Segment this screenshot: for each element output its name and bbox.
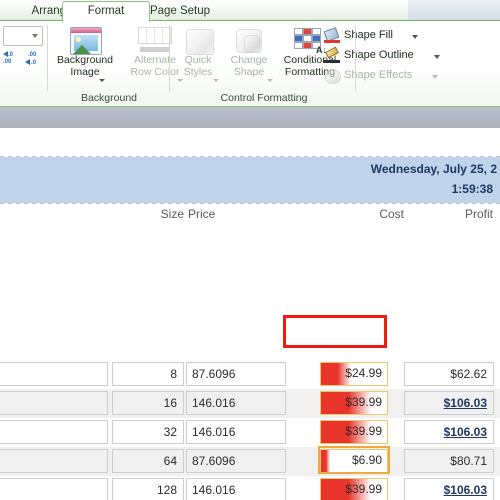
section-divider-header [0,203,500,204]
increase-decimal-icon: .0 .00 [3,51,14,65]
change-shape-button[interactable]: Change Shape [222,23,276,82]
report-time-label: 1:59:38 [451,182,493,196]
shape-fill-button[interactable]: Shape Fill [323,27,434,45]
quick-styles-icon [186,29,214,55]
cell-cost[interactable]: $39.99 [320,420,388,444]
quick-styles-label-line2: Styles [183,65,213,78]
svg-text:.0: .0 [31,60,37,65]
cell-size[interactable]: 32 [112,420,184,444]
selected-cell-outline [318,446,390,474]
report-date-label: Wednesday, July 25, 2 [370,162,497,176]
cell-cost[interactable]: $24.99 [320,362,388,386]
tab-format[interactable]: Format [62,1,150,22]
chevron-down-icon [432,75,438,79]
table-row[interactable]: ceTyr16146.016 $39.99 $106.03 [0,389,500,418]
cell-profit-link[interactable]: $106.03 [404,391,494,415]
shape-effects-icon [325,69,341,84]
background-image-button[interactable]: Background Image [50,23,120,82]
tab-page-setup-label: Page Setup [149,5,211,17]
decrease-decimal-icon: .00 .0 [25,52,37,66]
cell-name[interactable]: ceTyr [0,420,108,444]
column-header-size: Size [160,207,184,221]
group-separator [355,25,356,91]
cell-name[interactable] [0,362,108,386]
cell-size[interactable]: 128 [112,478,184,500]
ribbon-group-number: .0 .00 .00 .0 [0,21,48,105]
alternate-row-color-icon [138,27,172,53]
designer-toolbar-strip [0,107,500,129]
cell-size[interactable]: 8 [112,362,184,386]
chevron-down-icon [412,35,418,39]
number-format-combo[interactable] [3,26,43,46]
shape-outline-button[interactable]: Shape Outline [324,46,454,65]
background-image-icon [70,27,102,55]
cell-cost-value: $39.99 [345,482,382,496]
cell-profit[interactable]: $62.62 [404,362,494,386]
svg-text:.00: .00 [3,59,12,65]
cell-cost[interactable]: $39.99 [320,478,388,500]
cell-price[interactable]: 146.016 [186,420,286,444]
cell-size[interactable]: 64 [112,449,184,473]
ribbon-group-background: Background Image Alternate Row Color Bac… [48,21,183,105]
cell-cost[interactable]: $39.99 [320,391,388,415]
quick-styles-label-line1: Quick [184,54,212,66]
svg-text:.00: .00 [28,52,37,58]
change-shape-icon-cylinder [244,35,260,53]
background-group-label: Background [80,92,138,104]
change-shape-label-line1: Change [230,54,268,66]
increase-decimal-button[interactable]: .0 .00 [2,49,22,67]
cell-profit[interactable]: $80.71 [404,449,494,473]
shape-outline-icon [324,46,340,63]
table-row[interactable]: 128 146.016 $39.99 $106.03 [0,476,500,500]
quick-styles-button[interactable]: Quick Styles [174,23,222,82]
ribbon-group-control-formatting: Quick Styles Change Shape A↓ Conditional… [172,21,500,105]
column-header-price: Price [188,207,216,221]
cell-profit-link[interactable]: $106.03 [404,478,494,500]
table-row[interactable]: 8 87.6096 $24.99 $62.62 [0,360,500,389]
chevron-down-icon [434,55,440,59]
conditional-formatting-icon: A↓ [294,28,327,55]
ribbon-tabstrip: Arrange Format Page Setup [0,0,500,22]
ribbon: .0 .00 .00 .0 Background Image Alternate… [0,21,500,107]
report-detail-grid[interactable]: 887.6096$24.99$62.62ceTyr16146.016$39.99… [0,360,500,500]
cell-cost-value: $24.99 [345,366,382,380]
cell-profit-link[interactable]: $106.03 [404,420,494,444]
group-separator [169,25,170,91]
cell-size[interactable]: 16 [112,391,184,415]
report-page-header-band[interactable]: Wednesday, July 25, 2 1:59:38 [0,157,500,203]
table-row[interactable]: 64 87.6096 $6.90 $80.71 [0,447,500,476]
chevron-down-icon [267,79,273,82]
background-image-label-line2: Image [70,65,100,78]
cell-name[interactable] [0,449,108,473]
window-titlebar-right [408,0,500,21]
decrease-decimal-button[interactable]: .00 .0 [24,49,44,67]
cell-price[interactable]: 146.016 [186,391,286,415]
shape-effects-button[interactable]: Shape Effects [324,67,454,85]
column-header-cost: Cost [379,207,404,221]
cell-price[interactable]: 146.016 [186,478,286,500]
chevron-down-icon [32,34,38,38]
control-formatting-group-label: Control Formatting [220,92,308,104]
cell-cost-value: $39.99 [345,424,382,438]
column-header-profit: Profit [464,207,493,221]
change-shape-label-line2: Shape [233,65,265,78]
cell-cost-value: $39.99 [345,395,382,409]
cell-price[interactable]: 87.6096 [186,449,286,473]
cell-name[interactable] [0,478,108,500]
table-row[interactable]: ceTyr32146.016 $39.99 $106.03 [0,418,500,447]
chevron-down-icon [213,79,219,82]
cell-name[interactable]: ceTyr [0,391,108,415]
shape-fill-label: Shape Fill [344,29,393,41]
chevron-down-icon [99,79,105,82]
svg-text:.0: .0 [8,52,14,58]
cell-price[interactable]: 87.6096 [186,362,286,386]
report-design-canvas[interactable]: Wednesday, July 25, 2 1:59:38 Size Price… [0,128,500,500]
application-window: Arrange Format Page Setup .0 .00 .00 .0 … [0,0,500,500]
tab-format-label: Format [87,5,125,17]
column-header-band[interactable]: Size Price Cost Profit [0,205,500,229]
background-image-label-line1: Background [56,54,114,66]
shape-fill-icon [323,27,340,43]
